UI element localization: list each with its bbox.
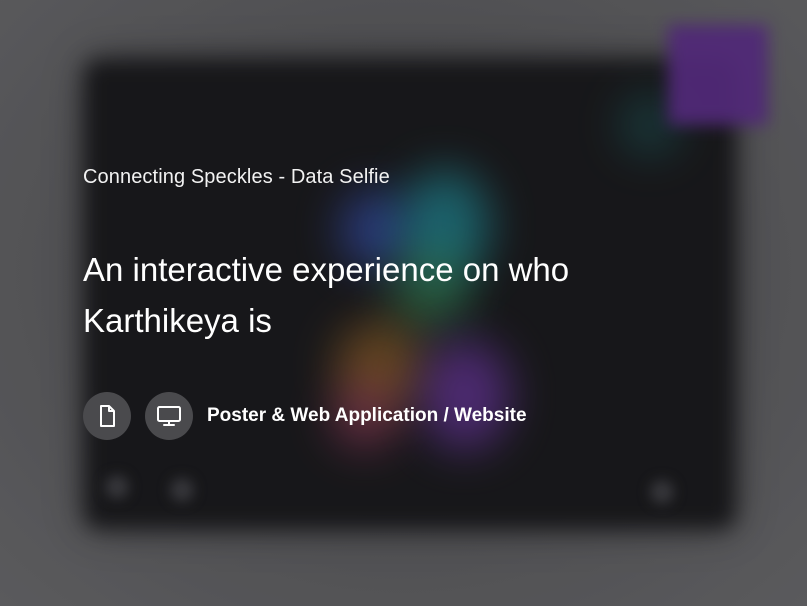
category-label: Poster & Web Application / Website — [207, 405, 527, 426]
monitor-icon — [145, 392, 193, 440]
category-row: Poster & Web Application / Website — [83, 392, 527, 440]
document-icon — [83, 392, 131, 440]
project-card[interactable]: Connecting Speckles - Data Selfie An int… — [0, 0, 807, 606]
project-headline: An interactive experience on who Karthik… — [83, 251, 570, 339]
project-title: Connecting Speckles - Data Selfie — [83, 166, 390, 188]
